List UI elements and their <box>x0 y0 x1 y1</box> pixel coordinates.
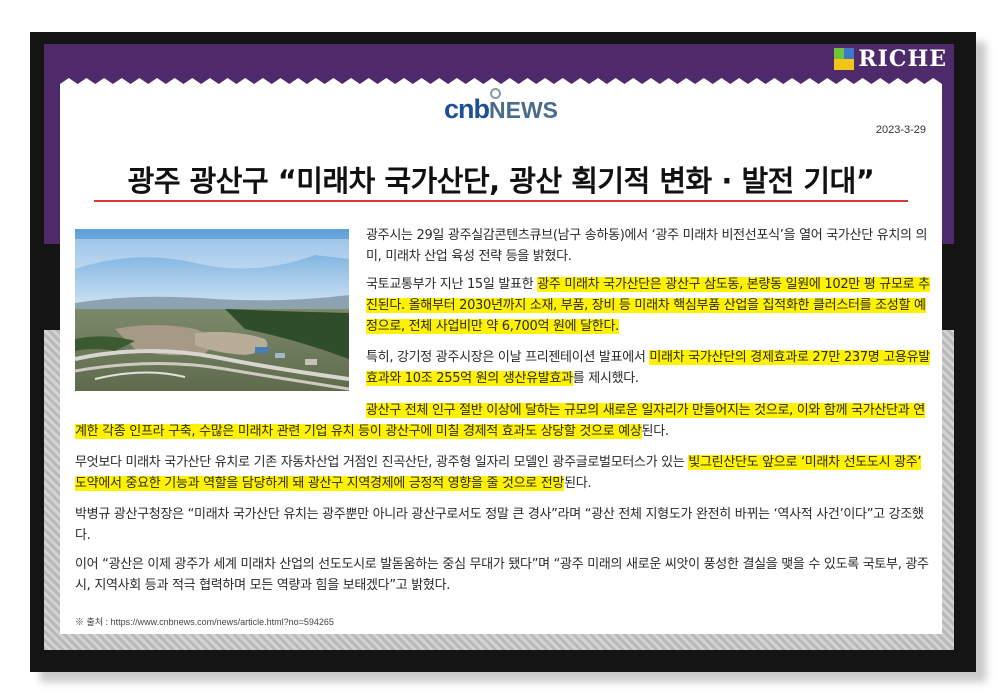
logo-news-text: NEWS <box>489 97 558 123</box>
article-date: 2023-3-29 <box>875 124 926 136</box>
brand-name: RICHE <box>858 46 947 72</box>
paragraph-3: 특히, 강기정 광주시장은 이날 프리젠테이션 발표에서 미래차 국가산단의 경… <box>366 350 930 386</box>
logo-cnb-text: cnb <box>443 94 490 124</box>
cnbnews-logo: cnbNEWS <box>60 88 942 125</box>
paragraph-5: 무엇보다 미래차 국가산단 유치로 기존 자동차산업 거점인 진곡산단, 광주형… <box>75 455 922 491</box>
brand-logo: RICHE <box>834 46 947 72</box>
paragraph-6: 박병규 광산구청장은 “미래차 국가산단 유치는 광주뿐만 아니라 광산구로서도… <box>75 507 924 543</box>
highlight-p4: 광산구 전체 인구 절반 이상에 달하는 규모의 새로운 일자리가 만들어지는 … <box>75 403 925 439</box>
source-link[interactable]: ※ 출처 : https://www.cnbnews.com/news/arti… <box>75 615 334 628</box>
paragraph-4: 광산구 전체 인구 절반 이상에 달하는 규모의 새로운 일자리가 만들어지는 … <box>75 403 925 439</box>
paragraph-7: 이어 “광산은 이제 광주가 세계 미래차 산업의 선도도시로 발돋움하는 중심… <box>75 557 929 593</box>
logo-ring-icon <box>489 88 501 99</box>
aerial-photo <box>75 229 349 391</box>
paragraph-2: 국토교통부가 지난 15일 발표한 광주 미래차 국가산단은 광산구 삼도동, … <box>366 277 930 334</box>
brand-mark-icon <box>834 48 855 70</box>
paragraph-1: 광주시는 29일 광주실감콘텐츠큐브(남구 송하동)에서 ‘광주 미래차 비전선… <box>366 228 928 264</box>
article-paper: cnbNEWS 2023-3-29 광주 광산구 “미래차 국가산단, 광산 획… <box>60 78 942 634</box>
article-headline: 광주 광산구 “미래차 국가산단, 광산 획기적 변화 · 발전 기대” <box>127 164 875 198</box>
headline-underline <box>94 200 908 202</box>
